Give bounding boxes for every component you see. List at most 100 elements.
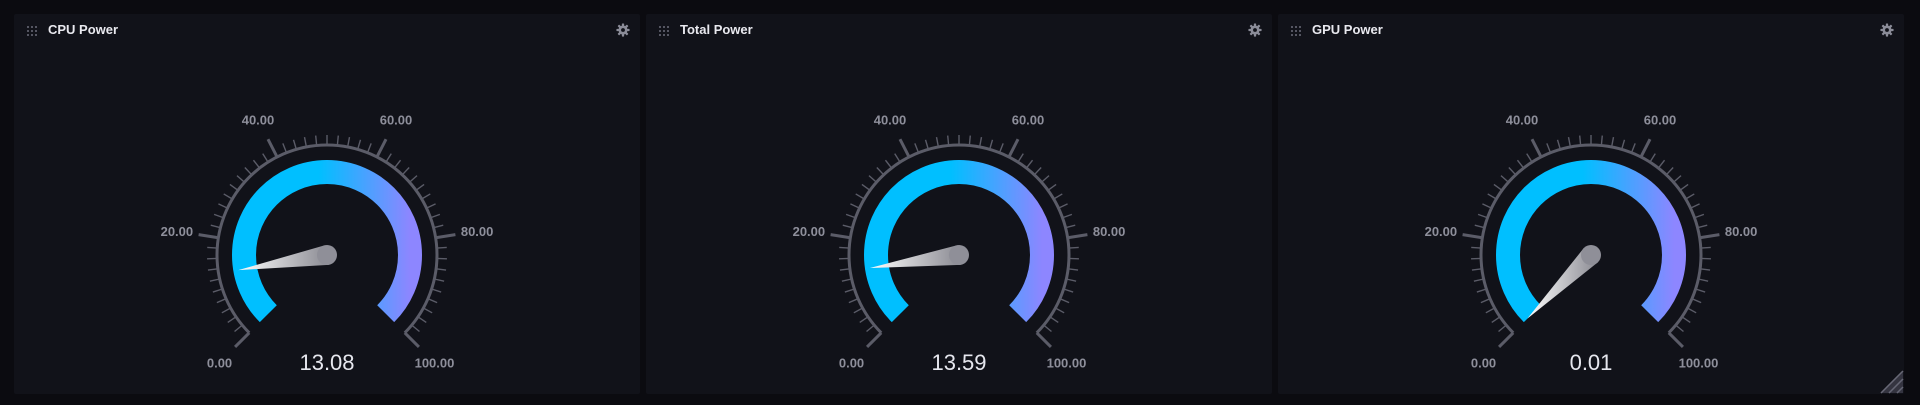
resize-handle-icon[interactable] — [1876, 366, 1904, 394]
minor-tick — [315, 135, 318, 146]
minor-tick — [216, 298, 227, 304]
minor-tick — [1685, 193, 1695, 200]
minor-tick — [1694, 213, 1705, 219]
gauge-value: 0.01 — [1569, 350, 1613, 375]
minor-tick — [221, 307, 231, 314]
gauge-needle-hub — [317, 245, 337, 265]
major-tick — [1639, 138, 1652, 158]
gauge-scale-label: 60.00 — [380, 113, 413, 128]
gauge-scale-label: 20.00 — [161, 224, 194, 239]
minor-tick — [423, 307, 433, 314]
minor-tick — [1698, 278, 1709, 282]
gear-icon[interactable] — [1880, 23, 1894, 37]
panel-gpu-power: GPU Power 0.00 20.00 40.00 60.00 80.00 100.00… — [1278, 14, 1904, 394]
major-tick — [375, 138, 388, 158]
minor-tick — [430, 213, 441, 219]
minor-tick — [868, 175, 877, 183]
minor-tick — [207, 268, 218, 271]
drag-grid-icon[interactable] — [658, 25, 670, 37]
minor-tick — [252, 159, 261, 169]
minor-tick — [1567, 136, 1572, 148]
minor-tick — [357, 139, 362, 150]
minor-tick — [1055, 307, 1065, 314]
minor-tick — [1690, 203, 1700, 209]
drag-grid-icon[interactable] — [1290, 25, 1302, 37]
minor-tick — [427, 298, 438, 304]
gauge-value: 13.59 — [931, 350, 987, 375]
drag-grid-icon[interactable] — [26, 25, 38, 37]
minor-tick — [935, 136, 940, 148]
minor-tick — [884, 159, 893, 169]
major-tick — [1035, 331, 1052, 348]
minor-tick — [914, 143, 920, 153]
gear-icon[interactable] — [1248, 23, 1262, 37]
panel-header[interactable]: Total Power — [646, 14, 1272, 46]
minor-tick — [1065, 224, 1076, 229]
gauge-scale-label: 40.00 — [874, 113, 907, 128]
gauge-band — [864, 160, 1054, 323]
panel-header[interactable]: GPU Power — [1278, 14, 1904, 46]
minor-tick — [998, 143, 1004, 153]
minor-tick — [421, 193, 431, 200]
major-tick — [1699, 233, 1720, 240]
minor-tick — [848, 298, 859, 304]
minor-tick — [411, 324, 420, 333]
minor-tick — [212, 288, 223, 293]
gear-icon[interactable] — [616, 23, 630, 37]
minor-tick — [839, 268, 850, 271]
minor-tick — [1473, 278, 1484, 282]
minor-tick — [1556, 139, 1561, 150]
minor-tick — [876, 167, 885, 176]
minor-tick — [1017, 153, 1024, 163]
gauge-gpu-power: 0.0020.0040.00 60.0080.00100.00 — [1425, 113, 1758, 371]
minor-tick — [282, 143, 288, 153]
minor-tick — [1049, 316, 1059, 324]
major-tick — [866, 331, 883, 348]
panel-header[interactable]: CPU Power — [14, 14, 640, 46]
major-tick — [266, 138, 279, 158]
minor-tick — [1059, 298, 1070, 304]
minor-tick — [236, 175, 245, 183]
minor-tick — [431, 288, 442, 293]
minor-tick — [1491, 316, 1501, 324]
gauge-scale-label: 80.00 — [1725, 224, 1758, 239]
major-tick — [435, 233, 456, 240]
minor-tick — [244, 167, 253, 176]
minor-tick — [415, 183, 425, 191]
minor-tick — [1493, 183, 1503, 191]
minor-tick — [947, 135, 950, 146]
minor-tick — [417, 316, 427, 324]
minor-tick — [1068, 268, 1079, 271]
minor-tick — [1058, 203, 1068, 209]
minor-tick — [844, 288, 855, 293]
minor-tick — [1482, 203, 1492, 209]
panel-total-power: Total Power 0.00 20.00 40.00 60.00 80.00 100.… — [646, 14, 1272, 394]
minor-tick — [227, 316, 237, 324]
minor-tick — [1700, 268, 1711, 271]
minor-tick — [436, 246, 447, 249]
panel-title: CPU Power — [48, 22, 119, 37]
minor-tick — [1546, 143, 1552, 153]
minor-tick — [1025, 159, 1034, 169]
minor-tick — [1579, 135, 1582, 146]
minor-tick — [859, 316, 869, 324]
minor-tick — [229, 183, 239, 191]
major-tick — [403, 331, 420, 348]
panel-title: Total Power — [680, 22, 753, 37]
gauge-total-power: 0.0020.0040.00 60.0080.00100.00 — [793, 113, 1126, 371]
minor-tick — [234, 324, 243, 333]
gauge-scale-label: 60.00 — [1012, 113, 1045, 128]
minor-tick — [218, 203, 228, 209]
major-tick — [1462, 233, 1483, 240]
minor-tick — [393, 159, 402, 169]
minor-tick — [861, 183, 871, 191]
minor-tick — [1476, 288, 1487, 293]
minor-tick — [1043, 324, 1052, 333]
minor-tick — [1066, 278, 1077, 282]
major-tick — [1007, 138, 1020, 158]
minor-tick — [1695, 288, 1706, 293]
minor-tick — [223, 193, 233, 200]
minor-tick — [850, 203, 860, 209]
minor-tick — [409, 175, 418, 183]
major-tick — [830, 233, 851, 240]
